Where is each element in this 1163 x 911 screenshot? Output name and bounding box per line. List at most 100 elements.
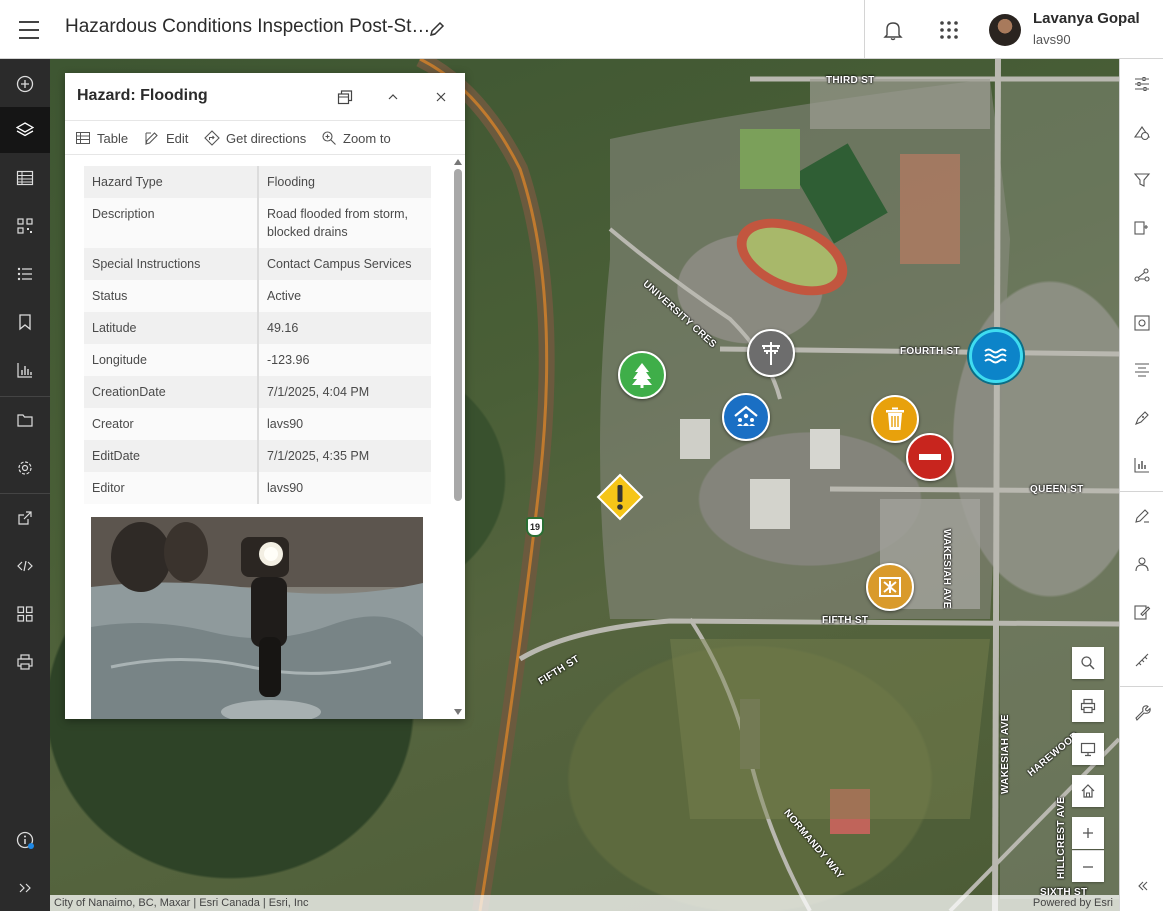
chevron-up-icon bbox=[388, 94, 398, 100]
qr-grid-icon[interactable] bbox=[0, 203, 50, 249]
debris-hazard-marker[interactable] bbox=[866, 563, 914, 611]
scroll-down-arrow[interactable] bbox=[454, 709, 462, 715]
home-button[interactable] bbox=[1072, 775, 1104, 807]
zoom-to-icon bbox=[322, 131, 336, 145]
left-toolbar bbox=[0, 59, 50, 911]
bookmark-icon[interactable] bbox=[0, 299, 50, 345]
layers-icon[interactable] bbox=[0, 107, 50, 153]
wrench-icon[interactable] bbox=[1120, 691, 1163, 733]
popup-title: Hazard: Flooding bbox=[77, 87, 208, 104]
exclamation-icon[interactable] bbox=[596, 473, 644, 521]
user-name[interactable]: Lavanya Gopal bbox=[1033, 10, 1140, 27]
directions-action[interactable]: Get directions bbox=[204, 130, 306, 146]
header-divider bbox=[864, 0, 865, 59]
building-hazard-marker[interactable] bbox=[722, 393, 770, 441]
collapse-icon[interactable] bbox=[1120, 865, 1163, 907]
field-value: -123.96 bbox=[258, 344, 431, 376]
widgets-icon[interactable] bbox=[0, 591, 50, 637]
table-icon bbox=[76, 132, 90, 144]
tree-hazard-marker[interactable] bbox=[618, 351, 666, 399]
home-icon bbox=[1081, 784, 1095, 798]
chart-icon[interactable] bbox=[0, 347, 50, 393]
debris-icon bbox=[879, 577, 901, 597]
settings-cog-icon[interactable] bbox=[1120, 302, 1163, 344]
properties-icon[interactable] bbox=[1120, 63, 1163, 105]
field-value: 7/1/2025, 4:35 PM bbox=[258, 440, 431, 472]
zoom-in-button[interactable] bbox=[1072, 817, 1104, 849]
edit-layer-icon[interactable] bbox=[1120, 207, 1163, 249]
settings-icon[interactable] bbox=[0, 445, 50, 491]
pen-icon[interactable] bbox=[1120, 495, 1163, 537]
field-value: 7/1/2025, 4:04 PM bbox=[258, 376, 431, 408]
scroll-up-arrow[interactable] bbox=[454, 159, 462, 165]
trash-icon bbox=[886, 407, 904, 430]
dock-button[interactable] bbox=[333, 85, 357, 109]
info-icon[interactable] bbox=[0, 817, 50, 863]
app-header: Hazardous Conditions Inspection Post-St…… bbox=[0, 0, 1163, 59]
fullscreen-button[interactable] bbox=[1072, 733, 1104, 765]
print-icon[interactable] bbox=[0, 639, 50, 685]
map-search-button[interactable] bbox=[1072, 647, 1104, 679]
close-button[interactable] bbox=[429, 85, 453, 109]
trash-hazard-marker[interactable] bbox=[871, 395, 919, 443]
street-label: WAKESIAH AVE bbox=[1000, 714, 1011, 794]
map-print-button[interactable] bbox=[1072, 690, 1104, 722]
table-row: Hazard Type Flooding bbox=[84, 166, 431, 198]
table-icon[interactable] bbox=[0, 155, 50, 201]
edit-icon bbox=[145, 132, 158, 145]
field-key: Creator bbox=[84, 408, 259, 440]
scroll-thumb[interactable] bbox=[454, 169, 462, 501]
no-entry-icon bbox=[919, 454, 941, 460]
field-key: Hazard Type bbox=[84, 166, 259, 198]
zoom-out-button[interactable] bbox=[1072, 850, 1104, 882]
dock-icon bbox=[337, 90, 353, 105]
field-key: EditDate bbox=[84, 440, 259, 472]
attribute-table: Hazard Type Flooding Description Road floo… bbox=[84, 166, 431, 504]
power-pole-icon bbox=[762, 342, 780, 365]
popup-content[interactable]: Hazard Type Flooding Description Road floo… bbox=[65, 155, 465, 719]
filter-icon[interactable] bbox=[1120, 159, 1163, 201]
menu-icon[interactable] bbox=[14, 17, 44, 43]
popup-actions: Table Edit Get directions Zoom to bbox=[65, 121, 465, 155]
road-closed-hazard-marker[interactable] bbox=[906, 433, 954, 481]
folder-icon[interactable] bbox=[0, 397, 50, 443]
avatar[interactable] bbox=[989, 14, 1021, 46]
flooding-hazard-marker[interactable] bbox=[969, 329, 1023, 383]
street-label: FIFTH ST bbox=[822, 615, 869, 626]
analysis-icon[interactable] bbox=[1120, 254, 1163, 296]
legend-list-icon[interactable] bbox=[0, 251, 50, 297]
table-row: CreationDate 7/1/2025, 4:04 PM bbox=[84, 376, 431, 408]
field-key: Status bbox=[84, 280, 259, 312]
attachment-photo[interactable] bbox=[91, 517, 423, 719]
edit-action[interactable]: Edit bbox=[144, 130, 188, 146]
field-value: Contact Campus Services bbox=[258, 248, 431, 280]
popup-scrollbar[interactable] bbox=[451, 155, 465, 719]
power-line-hazard-marker[interactable] bbox=[747, 329, 795, 377]
street-label: QUEEN ST bbox=[1030, 484, 1084, 495]
field-value: Road flooded from storm, blocked drains bbox=[258, 198, 431, 248]
align-icon[interactable] bbox=[1120, 349, 1163, 391]
pencil-icon[interactable] bbox=[428, 20, 446, 38]
embed-code-icon[interactable] bbox=[0, 543, 50, 589]
field-value: lavs90 bbox=[258, 408, 431, 440]
flooded-road-photo bbox=[91, 517, 423, 719]
powered-by[interactable]: Powered by Esri bbox=[1033, 895, 1113, 911]
app-launcher-icon[interactable] bbox=[938, 19, 960, 41]
field-key: Special Instructions bbox=[84, 248, 259, 280]
add-icon[interactable] bbox=[0, 61, 50, 107]
measure-icon[interactable] bbox=[1120, 639, 1163, 681]
people-icon[interactable] bbox=[1120, 543, 1163, 585]
expand-icon[interactable] bbox=[0, 865, 50, 911]
zoom-to-action[interactable]: Zoom to bbox=[321, 130, 391, 146]
sketch-icon[interactable] bbox=[1120, 397, 1163, 439]
table-row: Creator lavs90 bbox=[84, 408, 431, 440]
field-value: 49.16 bbox=[258, 312, 431, 344]
share-icon[interactable] bbox=[0, 495, 50, 541]
collapse-button[interactable] bbox=[381, 85, 405, 109]
chart-data-icon[interactable] bbox=[1120, 444, 1163, 486]
edit-note-icon[interactable] bbox=[1120, 591, 1163, 633]
table-action[interactable]: Table bbox=[75, 130, 128, 146]
street-label: THIRD ST bbox=[826, 75, 875, 86]
map-tools-icon[interactable] bbox=[1120, 112, 1163, 154]
bell-icon[interactable] bbox=[882, 19, 904, 41]
